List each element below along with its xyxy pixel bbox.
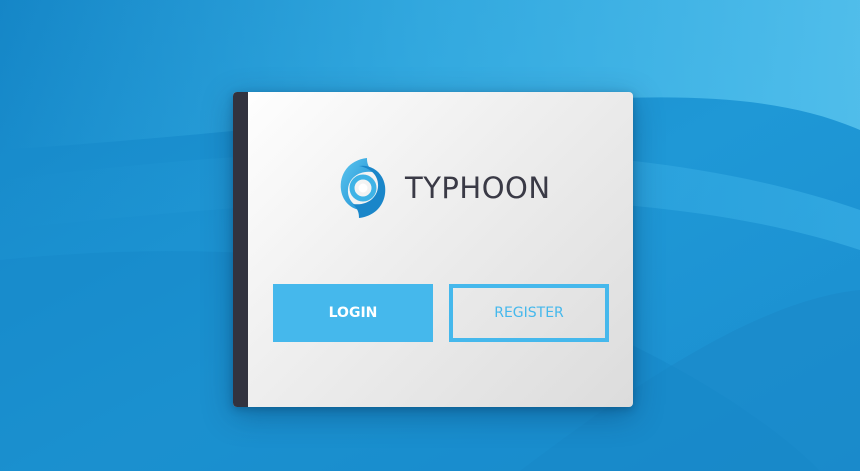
register-button[interactable]: REGISTER [449,284,609,342]
brand: TYPHOON [337,156,551,220]
typhoon-swirl-icon [340,158,386,218]
brand-name: TYPHOON [405,171,551,205]
card-side-stripe [233,92,248,407]
login-button[interactable]: LOGIN [273,284,433,342]
login-card: TYPHOON LOGIN REGISTER [233,92,633,407]
